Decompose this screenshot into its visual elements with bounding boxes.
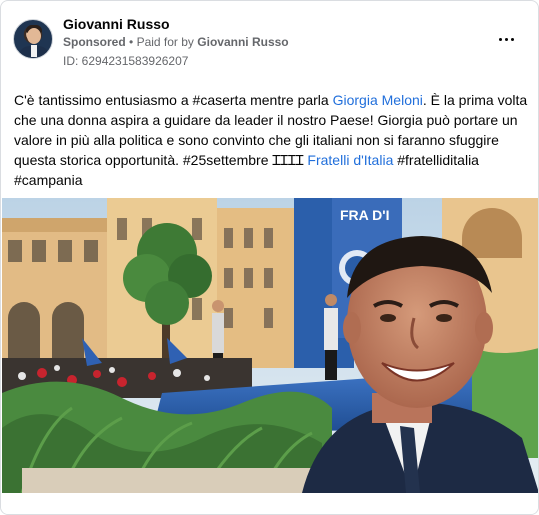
more-dot bbox=[510, 37, 514, 41]
post-text-segment: C'è tantissimo entusiasmo a #caserta men… bbox=[14, 92, 333, 108]
post-text-segment: ꞮꞮꞮꞮ bbox=[272, 152, 304, 168]
sponsored-post-card: Giovanni Russo Sponsored • Paid for by G… bbox=[0, 0, 539, 515]
post-text: C'è tantissimo entusiasmo a #caserta men… bbox=[14, 90, 529, 190]
post-footer bbox=[1, 493, 538, 514]
post-photo-image: FRA D'I bbox=[2, 198, 538, 493]
avatar-face bbox=[27, 28, 41, 44]
author-avatar[interactable] bbox=[13, 19, 53, 59]
paid-for-prefix: Paid for by bbox=[136, 35, 194, 49]
author-name[interactable]: Giovanni Russo bbox=[63, 16, 170, 32]
post-photo[interactable]: FRA D'I bbox=[2, 198, 538, 493]
meta-separator: • bbox=[129, 35, 134, 49]
more-dot bbox=[504, 37, 508, 41]
sponsored-meta: Sponsored • Paid for by Giovanni Russo bbox=[63, 35, 289, 49]
ad-id: ID: 6294231583926207 bbox=[63, 54, 189, 68]
paid-for-name[interactable]: Giovanni Russo bbox=[197, 35, 288, 49]
more-options-icon[interactable] bbox=[494, 27, 518, 51]
more-dot bbox=[498, 37, 502, 41]
sponsored-label: Sponsored bbox=[63, 35, 126, 49]
avatar-shirt bbox=[31, 45, 37, 57]
post-text-link[interactable]: Giorgia Meloni bbox=[333, 92, 423, 108]
banner-text: FRA D'I bbox=[340, 207, 389, 223]
post-text-link[interactable]: Fratelli d'Italia bbox=[307, 152, 393, 168]
post-header: Giovanni Russo Sponsored • Paid for by G… bbox=[13, 13, 526, 73]
